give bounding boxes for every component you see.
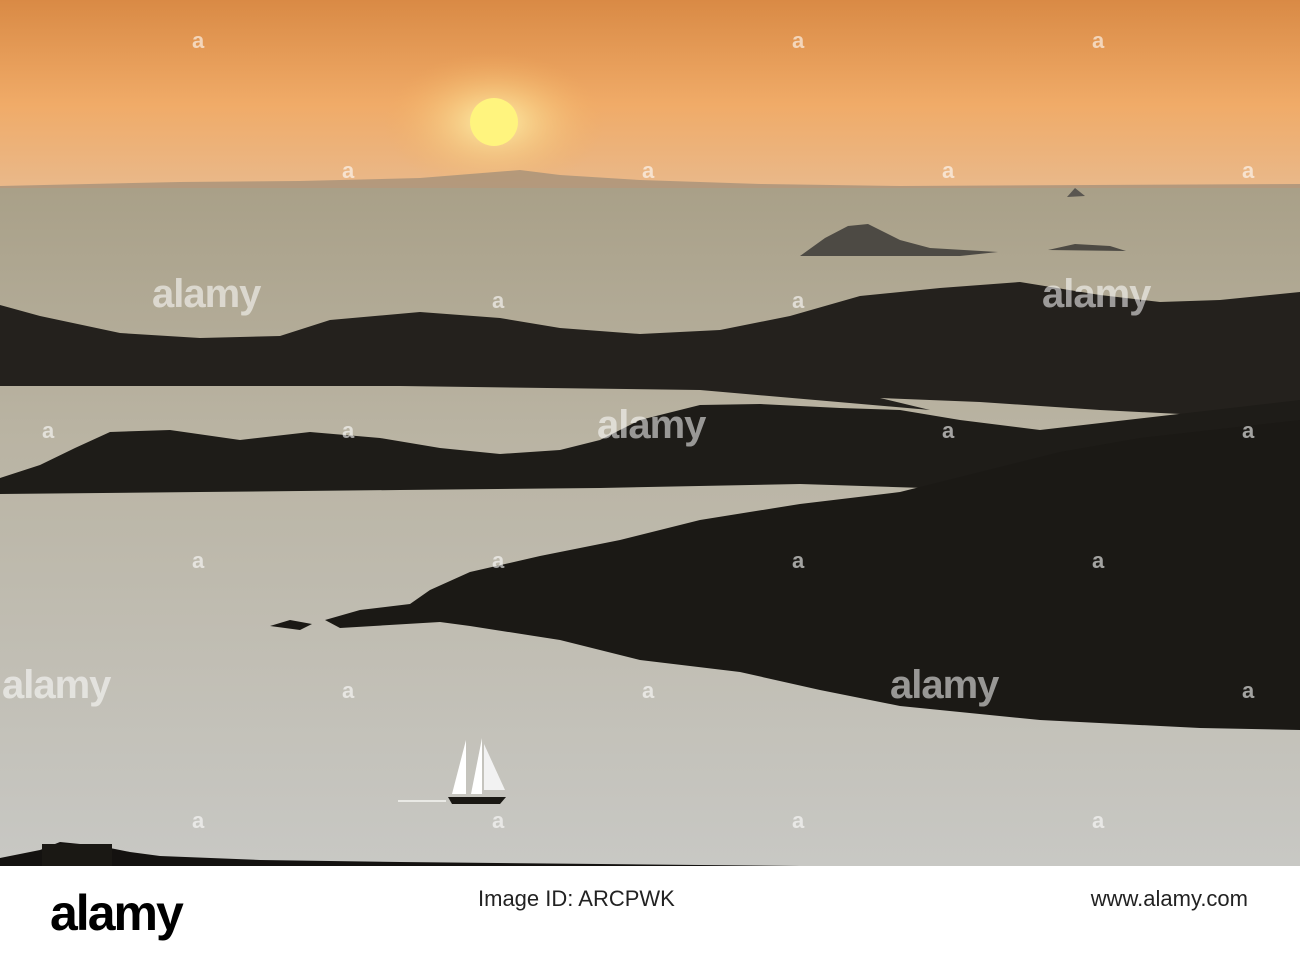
watermark-mark: a [942, 158, 954, 183]
alamy-logo[interactable]: alamy [50, 884, 184, 942]
watermark-mark: a [492, 288, 504, 313]
watermark-mark: a [1242, 678, 1254, 703]
watermark-mark: a [342, 418, 354, 443]
watermark-mark: a [1242, 158, 1254, 183]
foreground-building [42, 844, 112, 866]
watermark-mark: a [642, 158, 654, 183]
watermark-mark: a [192, 548, 204, 573]
sunset-islands-photo: a a a a a a a alamy a a alamy a a alamy … [0, 0, 1300, 866]
watermark-mark: a [342, 678, 354, 703]
watermark-mark: a [492, 548, 504, 573]
watermark-mark: a [192, 808, 204, 833]
image-id-label: Image ID: ARCPWK [478, 886, 675, 911]
watermark-mark: a [792, 548, 804, 573]
watermark-mark: a [192, 28, 204, 53]
watermark-mark: a [792, 28, 804, 53]
footer-bar: alamy Image ID: ARCPWK www.alamy.com [0, 866, 1300, 956]
watermark-mark: a [792, 808, 804, 833]
site-url-link[interactable]: www.alamy.com [1091, 886, 1248, 912]
watermark-mark: a [1092, 28, 1104, 53]
watermark-mark: a [1092, 548, 1104, 573]
watermark-mark: a [342, 158, 354, 183]
watermark-mark: a [1092, 808, 1104, 833]
watermark-mark: a [42, 418, 54, 443]
watermark-brand: alamy [597, 403, 706, 447]
watermark-brand: alamy [2, 663, 111, 707]
watermark-mark: a [492, 808, 504, 833]
stage: a a a a a a a alamy a a alamy a a alamy … [0, 0, 1300, 956]
watermark-brand: alamy [1042, 272, 1151, 316]
watermark-mark: a [942, 418, 954, 443]
watermark-mark: a [792, 288, 804, 313]
watermark-mark: a [642, 678, 654, 703]
sun [470, 98, 518, 146]
watermark-brand: alamy [890, 663, 999, 707]
watermark-mark: a [1242, 418, 1254, 443]
watermark-brand: alamy [152, 272, 261, 316]
